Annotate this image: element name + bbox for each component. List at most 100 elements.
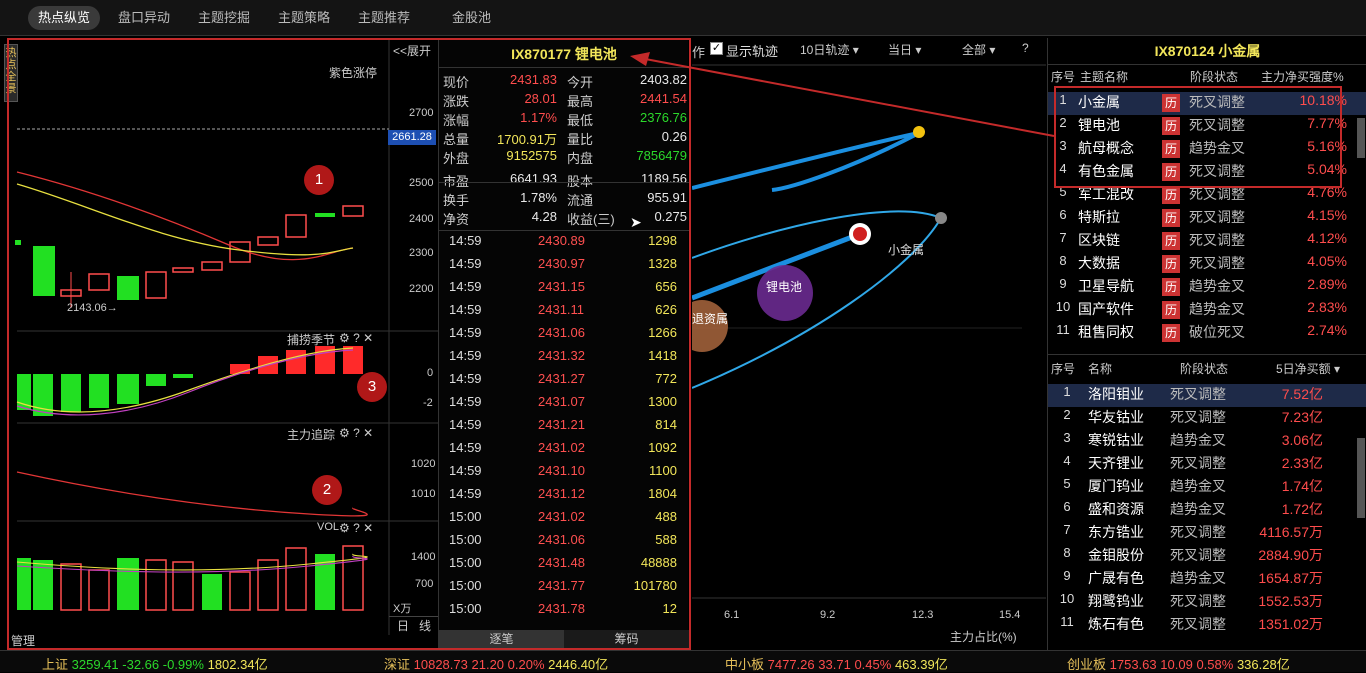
stock-name: 天齐锂业 [1088,455,1144,471]
stock-row[interactable]: 6 盛和资源 趋势金叉 1.72亿 [1048,499,1366,522]
theme-state: 趋势金叉 [1189,301,1245,317]
stock-index: 8 [1063,545,1071,560]
stock-name: 广晟有色 [1088,570,1144,586]
tab-hot-overview[interactable]: 热点纵览 [28,6,101,30]
sort-stock-state[interactable]: 阶段状态 [1180,360,1228,377]
theme-index: 6 [1059,207,1067,222]
stock-state: 死叉调整 [1170,524,1226,540]
stock-index: 5 [1063,476,1071,491]
index-sme[interactable]: 中小板 7477.26 33.71 0.45% 463.39亿 [725,654,948,673]
history-icon[interactable]: 历 [1162,209,1180,227]
stock-row[interactable]: 9 广晟有色 趋势金叉 1654.87万 [1048,568,1366,591]
tab-theme-mining[interactable]: 主题挖掘 [188,6,260,30]
x-axis-tick: 6.1 [724,609,740,621]
stock-name: 盛和资源 [1088,501,1144,517]
bubble-label-metal: 退资属 [692,312,729,326]
x-axis-tick: 9.2 [820,609,836,621]
theme-row[interactable]: 7 区块链 历死叉调整 4.12% [1048,230,1366,253]
history-icon[interactable]: 历 [1162,324,1180,342]
history-icon[interactable]: 历 [1162,186,1180,204]
stock-row[interactable]: 7 东方锆业 死叉调整 4116.57万 [1048,522,1366,545]
history-icon[interactable]: 历 [1162,232,1180,250]
stock-index: 1 [1063,384,1071,399]
stock-name: 洛阳钼业 [1088,386,1144,402]
theme-state: 死叉调整 [1189,255,1245,271]
sort-by-name[interactable]: 主题名称 [1080,68,1128,85]
stock-name: 炼石有色 [1088,616,1144,632]
theme-header: 序号 主题名称 阶段状态 主力净买强度% [1051,68,1344,85]
theme-name: 区块链 [1078,232,1120,248]
stock-row[interactable]: 8 金钼股份 死叉调整 2884.90万 [1048,545,1366,568]
stock-name: 翔鹭钨业 [1088,593,1144,609]
stock-index: 4 [1063,453,1071,468]
stock-row[interactable]: 4 天齐锂业 死叉调整 2.33亿 [1048,453,1366,476]
stock-state: 趋势金叉 [1170,432,1226,448]
stock-net-buy: 1351.02万 [1258,616,1323,632]
theme-strength: 2.89% [1307,276,1347,292]
theme-index: 7 [1059,230,1067,245]
stock-state: 死叉调整 [1170,593,1226,609]
stock-name: 华友钴业 [1088,409,1144,425]
theme-row[interactable]: 11 租售同权 历破位死叉 2.74% [1048,322,1366,345]
theme-state: 破位死叉 [1189,324,1245,340]
stock-net-buy: 7.52亿 [1281,386,1323,402]
theme-name: 卫星导航 [1078,278,1134,294]
stock-net-buy: 2.33亿 [1281,455,1323,471]
stock-net-buy: 1654.87万 [1258,570,1323,586]
stock-row[interactable]: 10 翔鹭钨业 死叉调整 1552.53万 [1048,591,1366,614]
stock-row[interactable]: 5 厦门钨业 趋势金叉 1.74亿 [1048,476,1366,499]
tab-theme-strategy[interactable]: 主题策略 [268,6,340,30]
stock-net-buy: 4116.57万 [1259,524,1323,540]
tab-market-movement[interactable]: 盘口异动 [108,6,180,30]
theme-index: 10 [1055,299,1071,314]
stock-state: 趋势金叉 [1170,570,1226,586]
stock-row[interactable]: 2 华友钴业 死叉调整 7.23亿 [1048,407,1366,430]
sort-stock-name[interactable]: 名称 [1088,360,1112,377]
theme-name: 租售同权 [1078,324,1134,340]
theme-row[interactable]: 8 大数据 历死叉调整 4.05% [1048,253,1366,276]
stock-index: 10 [1059,591,1075,606]
history-icon[interactable]: 历 [1162,255,1180,273]
theme-state: 死叉调整 [1189,232,1245,248]
history-icon[interactable]: 历 [1162,301,1180,319]
stock-row[interactable]: 1 洛阳钼业 死叉调整 7.52亿 [1048,384,1366,407]
stock-index: 7 [1063,522,1071,537]
stock-index: 11 [1060,614,1074,629]
stock-index: 9 [1063,568,1071,583]
x-axis-label: 主力占比(%) [950,630,1017,644]
highlight-frame [1054,86,1342,188]
bubble-label-lithium: 锂电池 [766,280,803,294]
theme-strength: 4.12% [1307,230,1347,246]
sort-stock-value[interactable]: 5日净买额 ▾ [1276,360,1340,377]
index-chinext[interactable]: 创业板 1753.63 10.09 0.58% 336.28亿 [1067,654,1290,673]
index-shenzhen[interactable]: 深证 10828.73 21.20 0.20% 2446.40亿 [384,654,608,673]
sort-by-strength[interactable]: 主力净买强度% [1261,68,1344,85]
tab-gold-stock-pool[interactable]: 金股池 [442,6,501,30]
stock-row[interactable]: 3 寒锐钴业 趋势金叉 3.06亿 [1048,430,1366,453]
mouse-cursor-icon: ➤ [630,214,642,230]
theme-row[interactable]: 6 特斯拉 历死叉调整 4.15% [1048,207,1366,230]
theme-strength: 2.83% [1307,299,1347,315]
stock-state: 死叉调整 [1170,616,1226,632]
sort-by-state[interactable]: 阶段状态 [1190,68,1238,85]
stock-name: 厦门钨业 [1088,478,1144,494]
stock-row[interactable]: 11 炼石有色 死叉调整 1351.02万 [1048,614,1366,637]
theme-row[interactable]: 10 国产软件 历趋势金叉 2.83% [1048,299,1366,322]
stock-state: 死叉调整 [1170,409,1226,425]
theme-title: IX870124 小金属 [1048,38,1366,65]
theme-row[interactable]: 9 卫星导航 历趋势金叉 2.89% [1048,276,1366,299]
stock-state: 死叉调整 [1170,386,1226,402]
history-icon[interactable]: 历 [1162,278,1180,296]
stock-state: 死叉调整 [1170,547,1226,563]
annotation-arrow [630,52,1055,137]
tab-theme-recommend[interactable]: 主题推荐 [348,6,420,30]
scrollbar-thumb[interactable] [1357,118,1365,158]
theme-name: 国产软件 [1078,301,1134,317]
theme-strength: 4.05% [1307,253,1347,269]
stock-net-buy: 7.23亿 [1281,409,1323,425]
theme-index: 8 [1059,253,1067,268]
index-shanghai[interactable]: 上证 3259.41 -32.66 -0.99% 1802.34亿 [42,654,268,673]
scrollbar-thumb[interactable] [1357,438,1365,518]
theme-index: 9 [1059,276,1067,291]
theme-name: 特斯拉 [1078,209,1120,225]
